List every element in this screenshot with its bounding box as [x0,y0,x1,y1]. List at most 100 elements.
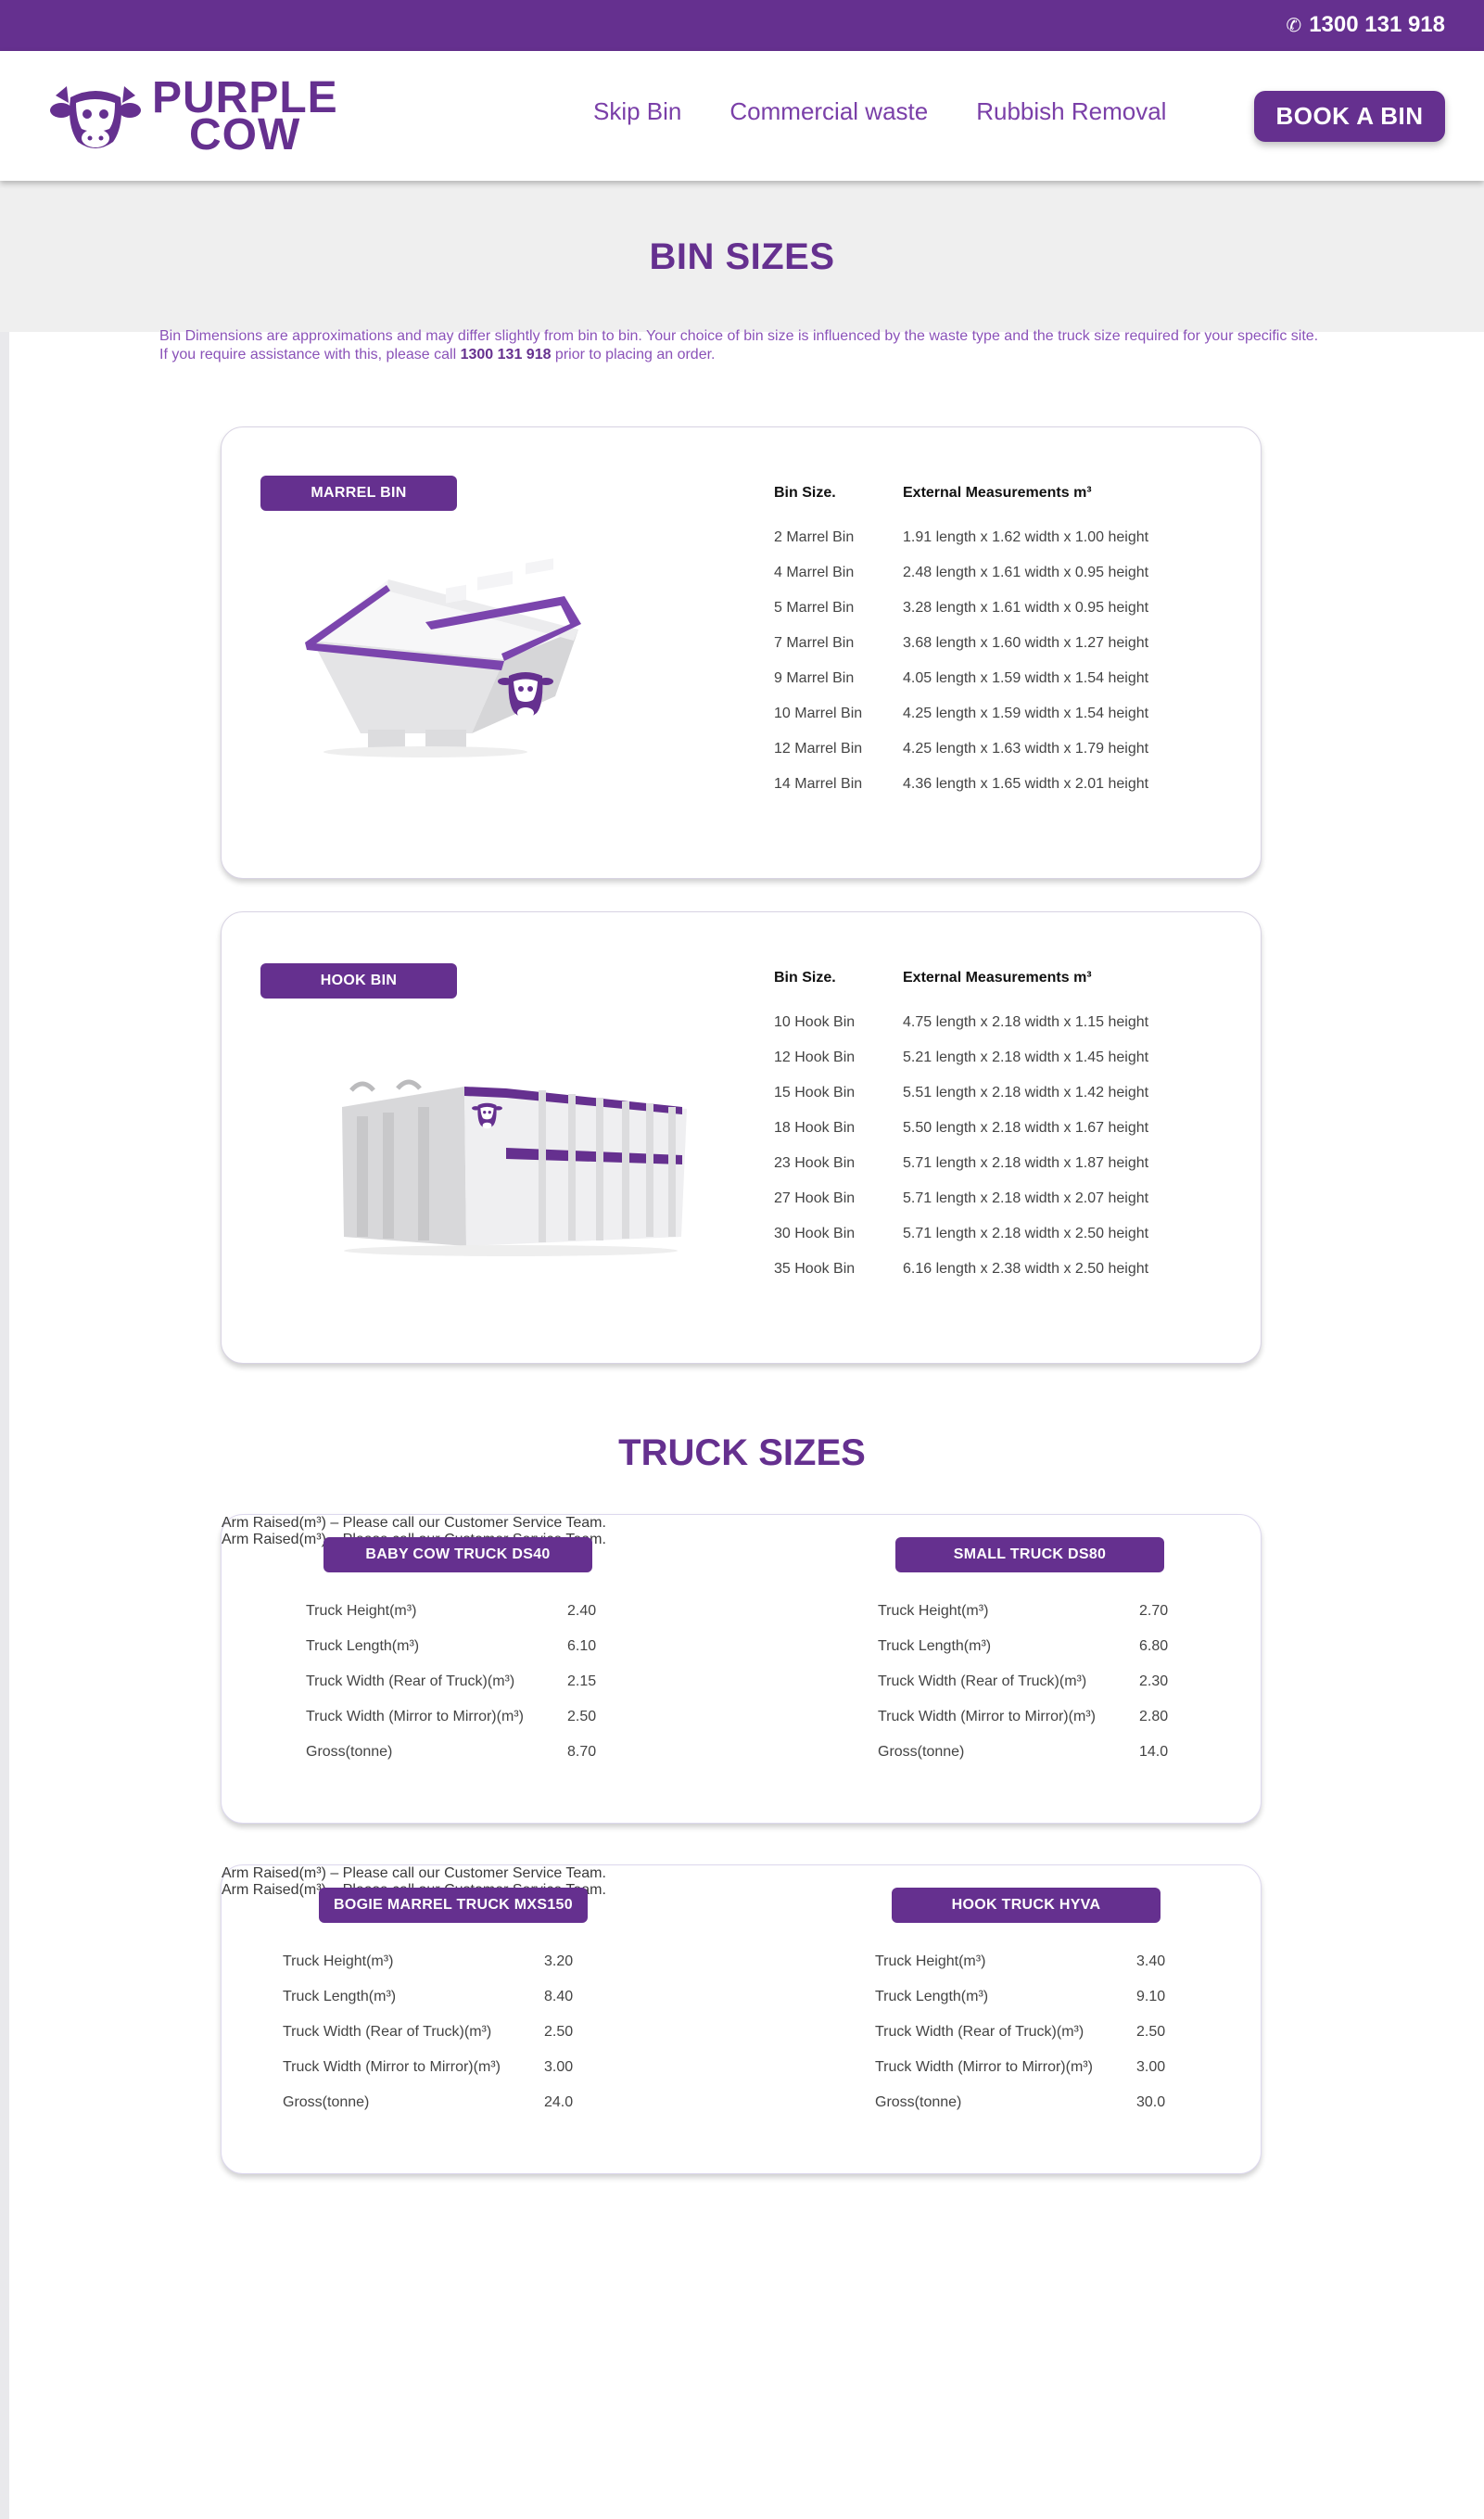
page-title: BIN SIZES [649,236,835,277]
spec-value: 8.40 [544,1989,574,2004]
spec-value: 6.10 [567,1638,597,1654]
bin-size-cell: 23 Hook Bin [774,1155,856,1171]
book-a-bin-button[interactable]: BOOK A BIN [1254,91,1445,142]
bin-size-cell: 4 Marrel Bin [774,565,855,580]
measurement-cell: 2.48 length x 1.61 width x 0.95 height [903,565,1149,580]
spec-row: Gross(tonne) 14.0 [878,1735,1323,1770]
spec-row: Truck Width (Mirror to Mirror)(m³) 2.50 [306,1699,751,1735]
bin-size-cell: 2 Marrel Bin [774,529,855,545]
intro-text-1: Bin Dimensions are approximations and ma… [159,328,1319,363]
bin-size-cell: 15 Hook Bin [774,1085,856,1100]
table-row: 7 Marrel Bin 3.68 length x 1.60 width x 1… [774,626,1199,661]
truck-sizes-title: TRUCK SIZES [618,1432,866,1473]
bin-size-cell: 5 Marrel Bin [774,600,855,616]
spec-value: 2.70 [1139,1603,1169,1619]
measurement-cell: 5.71 length x 2.18 width x 2.07 height [903,1190,1149,1206]
table-row: 4 Marrel Bin 2.48 length x 1.61 width x 0… [774,555,1199,591]
measurement-cell: 6.16 length x 2.38 width x 2.50 height [903,1261,1149,1277]
bin-size-cell: 14 Marrel Bin [774,776,863,792]
measurement-cell: 5.50 length x 2.18 width x 1.67 height [903,1120,1149,1136]
bin-size-cell: 10 Hook Bin [774,1014,856,1030]
phone-icon: ✆ [1286,15,1302,36]
measurement-cell: 4.36 length x 1.65 width x 2.01 height [903,776,1149,792]
spec-row: Truck Height(m³) 2.70 [878,1594,1323,1629]
spec-row: Truck Length(m³) 6.80 [878,1629,1323,1664]
logo[interactable]: PURPLE COW [48,75,338,159]
spec-label: Truck Width (Mirror to Mirror)(m³) [283,2059,501,2075]
spec-value: 3.00 [1136,2059,1166,2075]
measurement-cell: 5.21 length x 2.18 width x 1.45 height [903,1050,1149,1065]
bin-size-cell: 9 Marrel Bin [774,670,855,686]
spec-value: 2.50 [1136,2024,1166,2040]
spec-value: 6.80 [1139,1638,1169,1654]
measurement-cell: 5.51 length x 2.18 width x 1.42 height [903,1085,1149,1100]
spec-label: Gross(tonne) [878,1744,965,1760]
spec-row: Gross(tonne) 24.0 [283,2085,728,2120]
hero-banner: BIN SIZES [0,181,1484,332]
measurement-cell: 5.71 length x 2.18 width x 1.87 height [903,1155,1149,1171]
bogie-marrel-truck-label: BOGIE MARREL TRUCK MXS150 [319,1888,588,1923]
phone-number: 1300 131 918 [1309,12,1445,37]
table-header: Bin Size. External Measurements m³ [774,477,1199,520]
measurement-cell: 3.68 length x 1.60 width x 1.27 height [903,635,1149,651]
spec-row: Truck Width (Rear of Truck)(m³) 2.30 [878,1664,1323,1699]
spec-row: Truck Width (Mirror to Mirror)(m³) 2.80 [878,1699,1323,1735]
site-header: PURPLE COW Skip Bin Commercial waste Rub… [0,51,1484,181]
spec-label: Truck Width (Rear of Truck)(m³) [283,2024,492,2040]
spec-label: Truck Width (Mirror to Mirror)(m³) [306,1709,524,1724]
intro-phone[interactable]: 1300 131 918 [461,347,552,363]
arm-raised-note: Arm Raised(m³) – Please call our Custome… [222,1865,606,1881]
spec-row: Truck Height(m³) 3.40 [875,1944,1320,1979]
left-edge-stripe [0,332,9,2519]
spec-row: Truck Height(m³) 2.40 [306,1594,751,1629]
nav-commercial-waste[interactable]: Commercial waste [729,97,928,126]
spec-row: Truck Width (Mirror to Mirror)(m³) 3.00 [875,2050,1320,2085]
marrel-bin-table: Bin Size. External Measurements m³ 2 Mar… [774,477,1199,802]
col-bin-size: Bin Size. [774,970,836,986]
spec-row: Truck Width (Rear of Truck)(m³) 2.15 [306,1664,751,1699]
marrel-bin-image [305,558,581,757]
spec-label: Truck Width (Rear of Truck)(m³) [306,1673,515,1689]
spec-value: 14.0 [1139,1744,1169,1760]
spec-row: Truck Length(m³) 8.40 [283,1979,728,2015]
table-header: Bin Size. External Measurements m³ [774,962,1199,1005]
nav-rubbish-removal[interactable]: Rubbish Removal [976,97,1166,126]
col-measurements: External Measurements m³ [903,485,1092,501]
hook-truck-specs: Truck Height(m³) 3.40 Truck Length(m³) 9.1… [875,1944,1320,2120]
baby-cow-truck-label: BABY COW TRUCK DS40 [323,1537,592,1572]
table-row: 14 Marrel Bin 4.36 length x 1.65 width x … [774,767,1199,802]
spec-value: 2.40 [567,1603,597,1619]
marrel-bin-label: MARREL BIN [260,476,457,511]
spec-row: Truck Length(m³) 6.10 [306,1629,751,1664]
table-row: 15 Hook Bin 5.51 length x 2.18 width x 1.… [774,1075,1199,1111]
intro-text: Bin Dimensions are approximations and ma… [159,327,1327,364]
bin-size-cell: 18 Hook Bin [774,1120,856,1136]
table-row: 12 Marrel Bin 4.25 length x 1.63 width x … [774,732,1199,767]
spec-value: 8.70 [567,1744,597,1760]
measurement-cell: 4.75 length x 2.18 width x 1.15 height [903,1014,1149,1030]
table-row: 23 Hook Bin 5.71 length x 2.18 width x 1.… [774,1146,1199,1181]
spec-value: 9.10 [1136,1989,1166,2004]
spec-value: 2.30 [1139,1673,1169,1689]
hook-bin-label: HOOK BIN [260,963,457,999]
table-row: 18 Hook Bin 5.50 length x 2.18 width x 1.… [774,1111,1199,1146]
marrel-bin-card: MARREL BIN Bin Size. External Measuremen… [221,426,1262,879]
phone-link[interactable]: ✆ 1300 131 918 [1286,12,1445,38]
spec-label: Truck Length(m³) [878,1638,992,1654]
bin-size-cell: 12 Marrel Bin [774,741,863,757]
spec-row: Gross(tonne) 30.0 [875,2085,1320,2120]
spec-value: 3.20 [544,1953,574,1969]
nav-skip-bin[interactable]: Skip Bin [593,97,681,126]
table-row: 35 Hook Bin 6.16 length x 2.38 width x 2.… [774,1252,1199,1287]
spec-label: Truck Length(m³) [306,1638,420,1654]
spec-label: Gross(tonne) [306,1744,393,1760]
intro-text-2: prior to placing an order. [551,347,716,363]
table-row: 10 Marrel Bin 4.25 length x 1.59 width x … [774,696,1199,732]
spec-label: Gross(tonne) [875,2094,962,2110]
spec-value: 2.80 [1139,1709,1169,1724]
spec-row: Truck Width (Rear of Truck)(m³) 2.50 [875,2015,1320,2050]
spec-label: Truck Width (Rear of Truck)(m³) [878,1673,1087,1689]
measurement-cell: 5.71 length x 2.18 width x 2.50 height [903,1226,1149,1241]
spec-label: Truck Height(m³) [283,1953,394,1969]
spec-label: Truck Length(m³) [283,1989,397,2004]
